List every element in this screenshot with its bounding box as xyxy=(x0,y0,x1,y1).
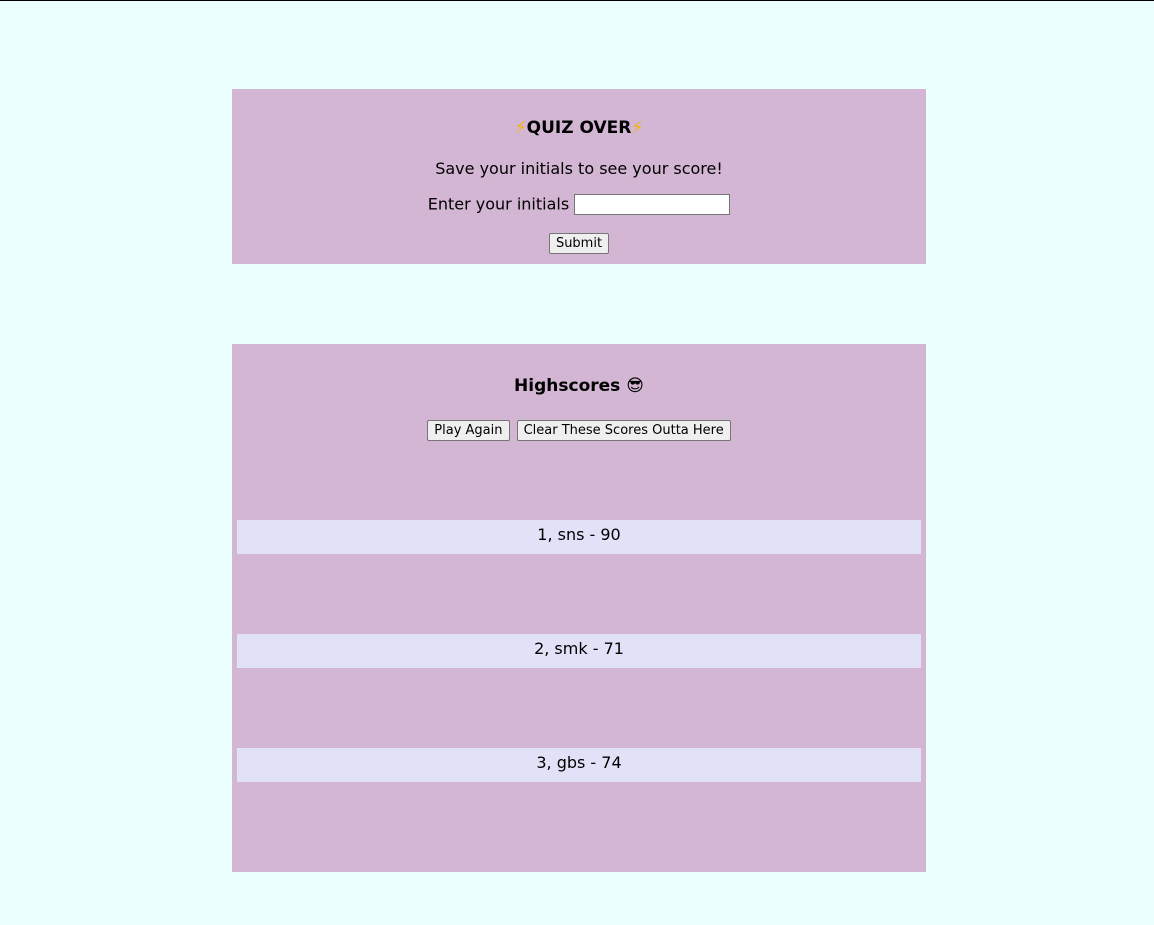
submit-row: Submit xyxy=(232,232,926,254)
highscores-buttons: Play Again Clear These Scores Outta Here xyxy=(232,419,926,441)
clear-scores-button[interactable]: Clear These Scores Outta Here xyxy=(516,420,731,441)
quiz-over-title: QUIZ OVER xyxy=(526,118,632,138)
save-initials-message: Save your initials to see your score! xyxy=(435,159,723,178)
quiz-over-panel: ⚡QUIZ OVER⚡ Save your initials to see yo… xyxy=(232,89,926,264)
score-row: 2, smk - 71 xyxy=(237,634,921,668)
initials-label: Enter your initials xyxy=(427,194,570,214)
highscores-panel: Highscores 😎 Play Again Clear These Scor… xyxy=(232,344,926,872)
submit-button[interactable]: Submit xyxy=(548,233,610,254)
sunglasses-emoji-icon: 😎 xyxy=(626,376,644,396)
highscores-title: Highscores xyxy=(514,376,621,396)
highscores-heading: Highscores 😎 xyxy=(232,376,926,396)
score-row: 3, gbs - 74 xyxy=(237,748,921,782)
play-again-button[interactable]: Play Again xyxy=(427,420,510,441)
quiz-over-heading: ⚡QUIZ OVER⚡ xyxy=(232,118,926,138)
lightning-icon: ⚡ xyxy=(631,118,644,138)
initials-input[interactable] xyxy=(574,194,731,215)
initials-form-row: Enter your initials xyxy=(232,193,926,216)
lightning-icon: ⚡ xyxy=(514,118,527,138)
score-row: 1, sns - 90 xyxy=(237,520,921,554)
